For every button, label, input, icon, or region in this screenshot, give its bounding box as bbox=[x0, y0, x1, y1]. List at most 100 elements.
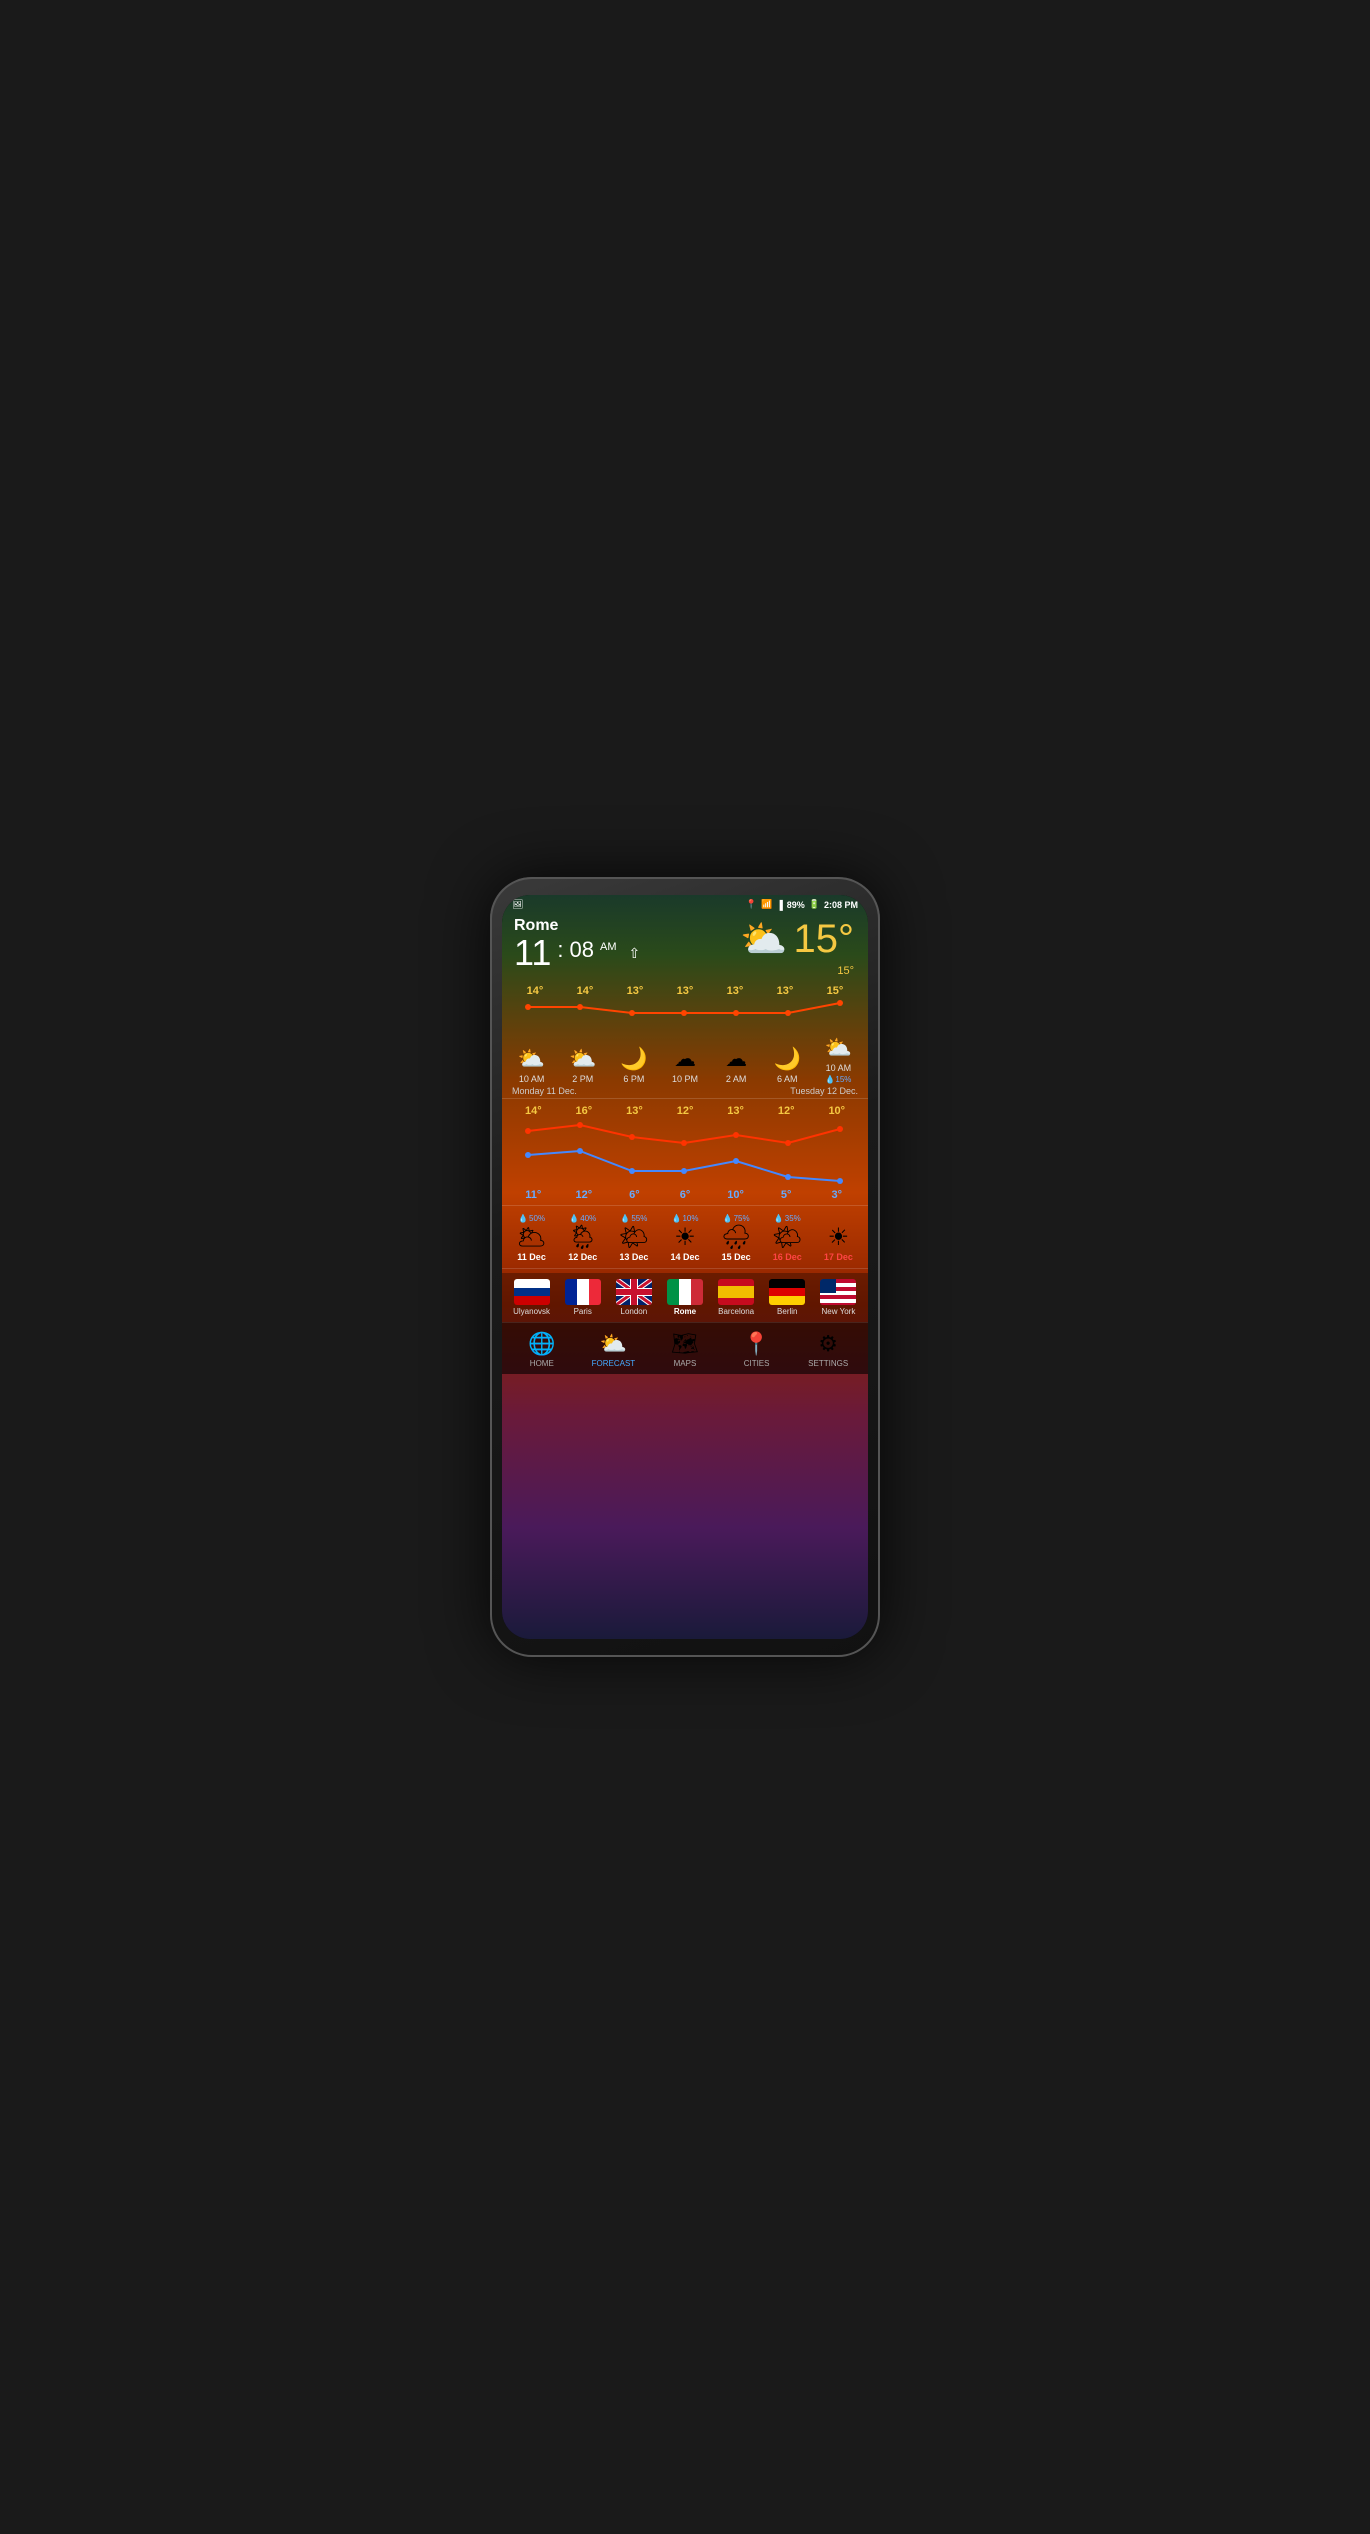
flag-es bbox=[718, 1279, 754, 1305]
cities-flags-row: Ulyanovsk Paris bbox=[502, 1273, 868, 1322]
hourly-temp-0: 14° bbox=[527, 985, 544, 997]
nav-maps-label: MAPS bbox=[674, 1359, 697, 1368]
hourly-temp-6: 15° bbox=[827, 985, 844, 997]
weekly-icon-3: ☀ bbox=[674, 1223, 696, 1252]
daily-low-5: 5° bbox=[761, 1189, 812, 1201]
weekly-item-5[interactable]: 💧35% 🌤 16 Dec bbox=[762, 1212, 813, 1264]
weekly-icon-4: 🌧 bbox=[721, 1223, 751, 1252]
rain-15pct: 💧15% bbox=[825, 1075, 851, 1084]
hourly-item-2: 🌙 6 PM bbox=[608, 1046, 659, 1084]
flag-gb bbox=[616, 1279, 652, 1305]
hourly-temp-4: 13° bbox=[727, 985, 744, 997]
battery-icon: 🔋 bbox=[809, 899, 820, 910]
cities-icon: 📍 bbox=[743, 1331, 770, 1357]
daily-low-1: 12° bbox=[559, 1189, 610, 1201]
time-minutes: 08 bbox=[570, 935, 594, 961]
daily-high-1: 16° bbox=[559, 1105, 610, 1117]
daily-low-2: 6° bbox=[609, 1189, 660, 1201]
weekly-item-0[interactable]: 💧50% 🌥 11 Dec bbox=[506, 1212, 557, 1264]
weekly-date-4: 15 Dec bbox=[722, 1252, 751, 1262]
city-item-newyork[interactable]: New York bbox=[813, 1279, 864, 1316]
hourly-temp-3: 13° bbox=[677, 985, 694, 997]
weekly-section: 💧50% 🌥 11 Dec 💧40% 🌦 12 Dec 💧55% 🌤 13 De… bbox=[502, 1212, 868, 1264]
weekly-item-2[interactable]: 💧55% 🌤 13 Dec bbox=[608, 1212, 659, 1264]
divider-3 bbox=[502, 1268, 868, 1269]
status-right: 📍 📶 ▐ 89% 🔋 2:08 PM bbox=[746, 899, 858, 910]
hourly-item-1: ⛅ 2 PM bbox=[557, 1046, 608, 1084]
share-icon[interactable]: ⇧ bbox=[628, 945, 640, 962]
weekly-icon-2: 🌤 bbox=[619, 1223, 649, 1252]
current-weather-icon: ⛅ bbox=[740, 918, 787, 962]
settings-icon: ⚙ bbox=[818, 1331, 838, 1357]
city-item-berlin[interactable]: Berlin bbox=[762, 1279, 813, 1316]
hourly-icon-2: 🌙 bbox=[620, 1046, 647, 1072]
status-left: 🖼 bbox=[512, 899, 523, 910]
weekly-item-4[interactable]: 💧75% 🌧 15 Dec bbox=[711, 1212, 762, 1264]
weekly-icon-6: ☀ bbox=[828, 1223, 850, 1252]
signal-icon: ▐ bbox=[776, 900, 782, 910]
hourly-temp-2: 13° bbox=[627, 985, 644, 997]
nav-cities[interactable]: 📍 CITIES bbox=[721, 1331, 793, 1368]
daily-lows: 11° 12° 6° 6° 10° 5° 3° bbox=[502, 1189, 868, 1201]
city-label-rome: Rome bbox=[674, 1307, 696, 1316]
divider-1 bbox=[502, 1098, 868, 1099]
home-icon: 🌐 bbox=[528, 1331, 555, 1357]
weekly-item-6[interactable]: 💧 ☀ 17 Dec bbox=[813, 1212, 864, 1264]
time-colon: : bbox=[557, 935, 563, 961]
city-item-ulyanovsk[interactable]: Ulyanovsk bbox=[506, 1279, 557, 1316]
status-bar: 🖼 📍 📶 ▐ 89% 🔋 2:08 PM bbox=[502, 895, 868, 914]
hourly-time-3: 10 PM bbox=[672, 1074, 698, 1084]
city-label-london: London bbox=[621, 1307, 648, 1316]
current-temp: 15° bbox=[794, 917, 855, 962]
rain-1: 💧40% bbox=[569, 1214, 596, 1223]
day-label-row: Monday 11 Dec. Tuesday 12 Dec. bbox=[502, 1084, 868, 1098]
city-item-barcelona[interactable]: Barcelona bbox=[711, 1279, 762, 1316]
weekly-row: 💧50% 🌥 11 Dec 💧40% 🌦 12 Dec 💧55% 🌤 13 De… bbox=[506, 1212, 864, 1264]
daily-high-2: 13° bbox=[609, 1105, 660, 1117]
hourly-icon-0: ⛅ bbox=[518, 1046, 545, 1072]
hourly-item-5: 🌙 6 AM bbox=[762, 1046, 813, 1084]
time-ampm: AM bbox=[600, 935, 617, 953]
weekly-date-2: 13 Dec bbox=[619, 1252, 648, 1262]
hourly-icon-6: ⛅ bbox=[825, 1035, 852, 1061]
hourly-time-5: 6 AM bbox=[777, 1074, 798, 1084]
hourly-temps: 14° 14° 13° 13° 13° 13° 15° bbox=[502, 985, 868, 997]
hourly-line-graph bbox=[502, 997, 868, 1027]
nav-settings[interactable]: ⚙ SETTINGS bbox=[792, 1331, 864, 1368]
phone-screen: 🖼 📍 📶 ▐ 89% 🔋 2:08 PM Rome 11 : 08 bbox=[502, 895, 868, 1639]
time-hours: 11 bbox=[514, 935, 551, 971]
hourly-icons-row: ⛅ 10 AM ⛅ 2 PM 🌙 6 PM ☁ 10 PM ☁ 2 AM bbox=[502, 1027, 868, 1084]
rain-0: 💧50% bbox=[518, 1214, 545, 1223]
daily-low-3: 6° bbox=[660, 1189, 711, 1201]
nav-forecast-label: FORECAST bbox=[592, 1359, 636, 1368]
nav-cities-label: CITIES bbox=[744, 1359, 770, 1368]
city-item-london[interactable]: London bbox=[608, 1279, 659, 1316]
hourly-icon-4: ☁ bbox=[725, 1046, 747, 1072]
weekly-item-1[interactable]: 💧40% 🌦 12 Dec bbox=[557, 1212, 608, 1264]
nav-forecast[interactable]: ⛅ FORECAST bbox=[578, 1331, 650, 1368]
weekly-date-1: 12 Dec bbox=[568, 1252, 597, 1262]
weekly-date-3: 14 Dec bbox=[670, 1252, 699, 1262]
hourly-item-0: ⛅ 10 AM bbox=[506, 1046, 557, 1084]
daily-high-6: 10° bbox=[811, 1105, 862, 1117]
hourly-item-3: ☁ 10 PM bbox=[659, 1046, 710, 1084]
nav-maps[interactable]: 🗺 MAPS bbox=[649, 1331, 721, 1368]
flag-fr bbox=[565, 1279, 601, 1305]
hourly-time-2: 6 PM bbox=[623, 1074, 644, 1084]
flag-us bbox=[820, 1279, 856, 1305]
hourly-icon-5: 🌙 bbox=[774, 1046, 801, 1072]
day-label-right: Tuesday 12 Dec. bbox=[790, 1086, 858, 1096]
bottom-nav: 🌐 HOME ⛅ FORECAST 🗺 MAPS 📍 CITIES ⚙ bbox=[502, 1322, 868, 1374]
hourly-time-4: 2 AM bbox=[726, 1074, 747, 1084]
hourly-icon-3: ☁ bbox=[674, 1046, 696, 1072]
hourly-time-1: 2 PM bbox=[572, 1074, 593, 1084]
city-item-paris[interactable]: Paris bbox=[557, 1279, 608, 1316]
daily-high-3: 12° bbox=[660, 1105, 711, 1117]
rain-5: 💧35% bbox=[774, 1214, 801, 1223]
weekly-item-3[interactable]: 💧10% ☀ 14 Dec bbox=[659, 1212, 710, 1264]
hourly-item-6: ⛅ 10 AM 💧15% bbox=[813, 1035, 864, 1084]
nav-home[interactable]: 🌐 HOME bbox=[506, 1331, 578, 1368]
hourly-item-4: ☁ 2 AM bbox=[711, 1046, 762, 1084]
city-item-rome[interactable]: Rome bbox=[659, 1279, 710, 1316]
rain-4: 💧75% bbox=[723, 1214, 750, 1223]
